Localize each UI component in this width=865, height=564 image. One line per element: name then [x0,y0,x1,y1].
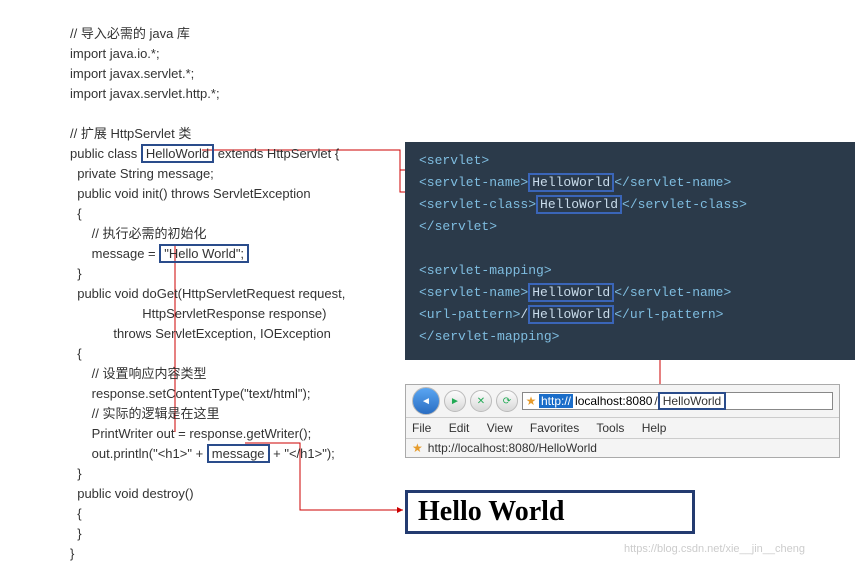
code-line: import javax.servlet.*; [70,66,194,81]
code-line: } [70,466,82,481]
code-line: throws ServletException, IOException [70,326,331,341]
url-pattern-box: HelloWorld [528,305,614,324]
code-line: HttpServletResponse response) [70,306,327,321]
menu-favorites[interactable]: Favorites [530,421,579,435]
menu-tools[interactable]: Tools [596,421,624,435]
xml-tag: <servlet> [419,153,489,168]
code-line: } [70,526,82,541]
code-line: { [70,206,82,221]
browser-stop-button[interactable]: ✕ [470,390,492,412]
code-line: out.println("<h1>" + message + "</h1>"); [70,444,335,463]
browser-tab[interactable]: ★ http://localhost:8080/HelloWorld [406,439,839,457]
message-var-box: message [207,444,270,463]
watermark: https://blog.csdn.net/xie__jin__cheng [624,543,805,555]
xml-tag: </servlet-class> [622,197,747,212]
browser-forward-button[interactable]: ► [444,390,466,412]
code-line: } [70,546,74,561]
xml-tag: <servlet-name> [419,285,528,300]
menu-file[interactable]: File [412,421,431,435]
browser-refresh-button[interactable]: ⟳ [496,390,518,412]
code-line: public void destroy() [70,486,194,501]
code-line: } [70,266,82,281]
browser-window: ◄ ► ✕ ⟳ ★ http://localhost:8080/HelloWor… [405,384,840,458]
xml-tag: </url-pattern> [614,307,723,322]
xml-tag: <servlet-class> [419,197,536,212]
xml-text: / [520,307,528,322]
comment: // 扩展 HttpServlet 类 [70,126,191,141]
xml-tag: </servlet-mapping> [419,329,559,344]
tab-favicon-icon: ★ [412,441,423,455]
xml-tag: <servlet-name> [419,175,528,190]
url-protocol: http:// [539,394,573,408]
code-line: private String message; [70,166,214,181]
xml-tag: <servlet-mapping> [419,263,552,278]
class-name-box: HelloWorld [141,144,214,163]
browser-menubar: File Edit View Favorites Tools Help [406,418,839,439]
comment: // 导入必需的 java 库 [70,26,190,41]
code-line: response.setContentType("text/html"); [70,386,310,401]
xml-tag: </servlet> [419,219,497,234]
servlet-class-box: HelloWorld [536,195,622,214]
xml-tag: </servlet-name> [614,285,731,300]
code-line: import javax.servlet.http.*; [70,86,220,101]
output-heading: Hello World [418,496,565,528]
favicon-icon: ★ [523,394,539,408]
code-line: public class HelloWorld extends HttpServ… [70,144,339,163]
code-line: public void doGet(HttpServletRequest req… [70,286,345,301]
browser-url-bar[interactable]: ★ http://localhost:8080/HelloWorld [522,392,833,410]
java-code-panel: // 导入必需的 java 库 import java.io.*; import… [70,4,430,564]
code-line: { [70,506,82,521]
comment: // 执行必需的初始化 [70,226,207,241]
url-host: localhost:8080 [573,394,654,408]
code-line: { [70,346,82,361]
code-line: import java.io.*; [70,46,160,61]
code-line: message = "Hello World"; [70,244,249,263]
url-path-box: HelloWorld [658,392,726,410]
code-line: public void init() throws ServletExcepti… [70,186,311,201]
xml-tag: </servlet-name> [614,175,731,190]
menu-help[interactable]: Help [642,421,667,435]
message-literal-box: "Hello World"; [159,244,249,263]
browser-nav-row: ◄ ► ✕ ⟳ ★ http://localhost:8080/HelloWor… [406,385,839,418]
menu-edit[interactable]: Edit [449,421,470,435]
comment: // 实际的逻辑是在这里 [70,406,220,421]
servlet-name-box: HelloWorld [528,173,614,192]
xml-config-panel: <servlet> <servlet-name>HelloWorld</serv… [405,142,855,360]
comment: // 设置响应内容类型 [70,366,207,381]
browser-back-button[interactable]: ◄ [412,387,440,415]
menu-view[interactable]: View [487,421,513,435]
tab-title: http://localhost:8080/HelloWorld [428,441,597,455]
rendered-output-box: Hello World [405,490,695,534]
xml-tag: <url-pattern> [419,307,520,322]
code-line: PrintWriter out = response.getWriter(); [70,426,311,441]
mapping-name-box: HelloWorld [528,283,614,302]
